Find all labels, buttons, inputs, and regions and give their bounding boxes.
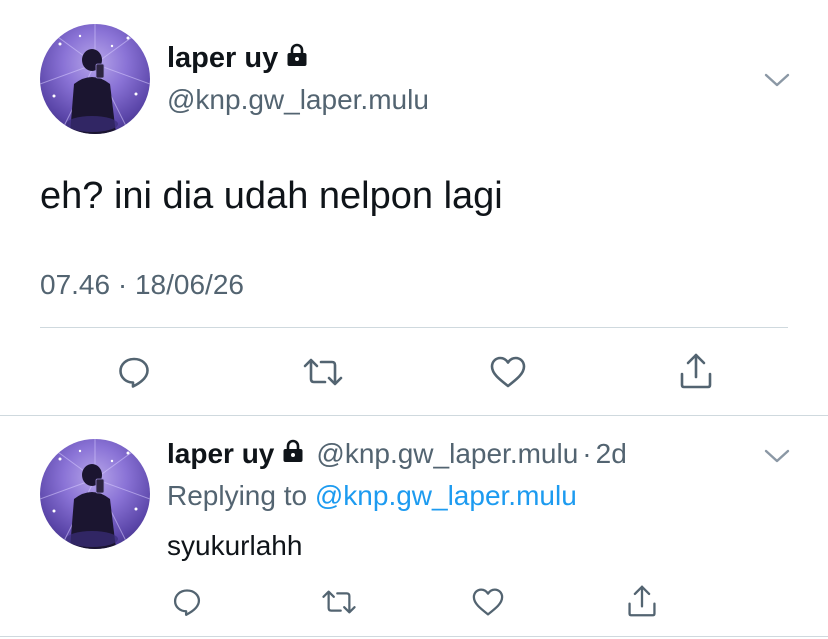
- reply-age[interactable]: 2d: [596, 436, 627, 472]
- like-button[interactable]: [470, 584, 506, 620]
- replying-prefix: Replying to: [167, 480, 308, 511]
- main-display-name-row[interactable]: laper uy: [167, 40, 308, 76]
- share-button[interactable]: [624, 582, 660, 620]
- reply-avatar[interactable]: [40, 439, 150, 549]
- replying-to-line: Replying to @knp.gw_laper.mulu: [167, 478, 577, 514]
- main-avatar[interactable]: [40, 24, 150, 134]
- retweet-icon: [303, 358, 343, 386]
- divider: [40, 327, 788, 328]
- like-icon: [490, 356, 526, 388]
- chevron-down-icon[interactable]: [764, 72, 790, 88]
- retweet-icon: [322, 590, 356, 614]
- share-button[interactable]: [676, 350, 716, 392]
- reply-button[interactable]: [169, 584, 205, 620]
- tweet-date: 18/06/26: [134, 269, 244, 300]
- tweet-time: 07.46: [40, 269, 111, 300]
- lock-icon: [282, 436, 304, 472]
- handle[interactable]: @knp.gw_laper.mulu: [316, 436, 578, 472]
- tweet-text: eh? ini dia udah nelpon lagi: [40, 175, 503, 217]
- reply-text: syukurlahh: [167, 530, 303, 561]
- avatar-image: [40, 24, 150, 134]
- lock-icon: [286, 40, 308, 76]
- reply-button[interactable]: [114, 352, 154, 392]
- mention-link[interactable]: @knp.gw_laper.mulu: [315, 480, 577, 511]
- meta-separator: ·: [117, 269, 128, 300]
- tweet-timestamp[interactable]: 07.46 · 18/06/26: [40, 268, 244, 302]
- reply-display-name-row[interactable]: laper uy: [167, 436, 304, 472]
- reply-icon: [119, 357, 149, 388]
- chevron-down-icon[interactable]: [764, 448, 790, 464]
- bottom-divider: [0, 636, 828, 637]
- section-divider: [0, 415, 828, 416]
- avatar-image: [40, 439, 150, 549]
- share-icon: [628, 585, 656, 617]
- share-icon: [680, 353, 712, 389]
- reply-icon: [173, 589, 201, 616]
- meta-separator: ·: [582, 438, 592, 469]
- display-name[interactable]: laper uy: [167, 436, 274, 472]
- like-button[interactable]: [488, 352, 528, 392]
- like-icon: [472, 588, 504, 616]
- retweet-button[interactable]: [318, 584, 360, 620]
- reply-header: laper uy @knp.gw_laper.mulu · 2d: [167, 436, 627, 472]
- retweet-button[interactable]: [300, 352, 346, 392]
- handle[interactable]: @knp.gw_laper.mulu: [167, 84, 429, 116]
- display-name[interactable]: laper uy: [167, 40, 278, 76]
